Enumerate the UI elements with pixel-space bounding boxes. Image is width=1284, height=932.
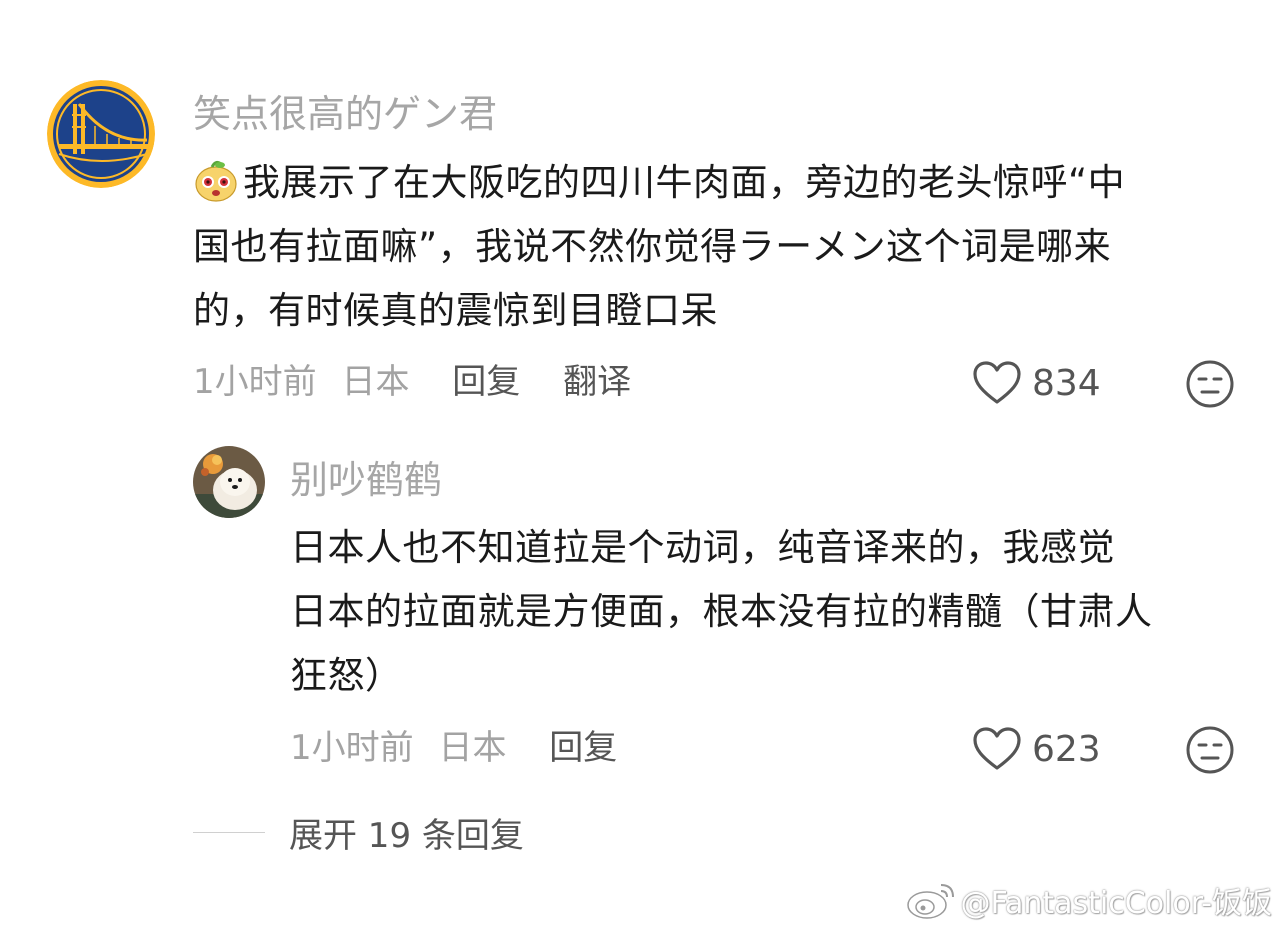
dog-photo-icon [193, 446, 265, 518]
expand-replies-row[interactable]: 展开 19 条回复 [193, 808, 524, 857]
cute-creature-emoji-icon [195, 160, 237, 202]
reply-time: 1小时前 [290, 728, 414, 768]
comment-time: 1小时前 [193, 362, 317, 402]
heart-icon [973, 727, 1021, 770]
comment-text: 我展示了在大阪吃的四川牛肉面，旁边的老头惊呼“中 国也有拉面嘛”，我说不然你觉得… [193, 151, 1125, 343]
watermark: @FantasticColor-饭饭 [905, 878, 1273, 922]
heart-icon [973, 361, 1021, 404]
weibo-logo-icon [906, 884, 954, 919]
comment-line: 国也有拉面嘛”，我说不然你觉得ラーメン这个词是哪来 [193, 225, 1112, 268]
reply-like-count: 623 [1032, 728, 1101, 770]
reply-reply-button[interactable]: 回复 [549, 728, 617, 768]
reply-button[interactable]: 回复 [452, 362, 520, 402]
comment-thread: 笑点很高的ゲン君 我展示了在大阪吃的四川牛肉面，旁边的老头惊呼“中 国也有拉面嘛… [0, 0, 1284, 932]
reply-location: 日本 [438, 728, 507, 768]
reply-text: 日本人也不知道拉是个动词，纯音译来的，我感觉 日本的拉面就是方便面，根本没有拉的… [290, 516, 1153, 708]
replier-avatar[interactable] [193, 446, 265, 518]
reply-dislike-face-icon[interactable] [1185, 725, 1235, 775]
comment-meta: 1小时前 日本 回复 翻译 [193, 362, 631, 402]
replier-username[interactable]: 别吵鹤鹤 [290, 458, 442, 502]
reply-like-button[interactable]: 623 [972, 726, 1101, 772]
watermark-text: @FantasticColor-饭饭 [960, 886, 1273, 921]
like-count: 834 [1032, 362, 1101, 404]
divider-line [193, 832, 265, 833]
bridge-logo-icon [47, 80, 155, 188]
expand-replies-button[interactable]: 展开 19 条回复 [289, 808, 524, 857]
translate-button[interactable]: 翻译 [563, 362, 631, 402]
reply-meta: 1小时前 日本 回复 [290, 728, 617, 768]
commenter-avatar[interactable] [47, 80, 155, 188]
reply-line: 日本人也不知道拉是个动词，纯音译来的，我感觉 [290, 526, 1115, 569]
comment-location: 日本 [341, 362, 410, 402]
commenter-username[interactable]: 笑点很高的ゲン君 [193, 92, 497, 136]
like-button[interactable]: 834 [972, 360, 1101, 406]
comment-line: 我展示了在大阪吃的四川牛肉面，旁边的老头惊呼“中 [193, 151, 1125, 215]
reply-line: 狂怒） [290, 654, 403, 697]
dislike-face-icon[interactable] [1185, 359, 1235, 409]
comment-line: 的，有时候真的震惊到目瞪口呆 [193, 289, 718, 332]
reply-line: 日本的拉面就是方便面，根本没有拉的精髓（甘肃人 [290, 590, 1153, 633]
